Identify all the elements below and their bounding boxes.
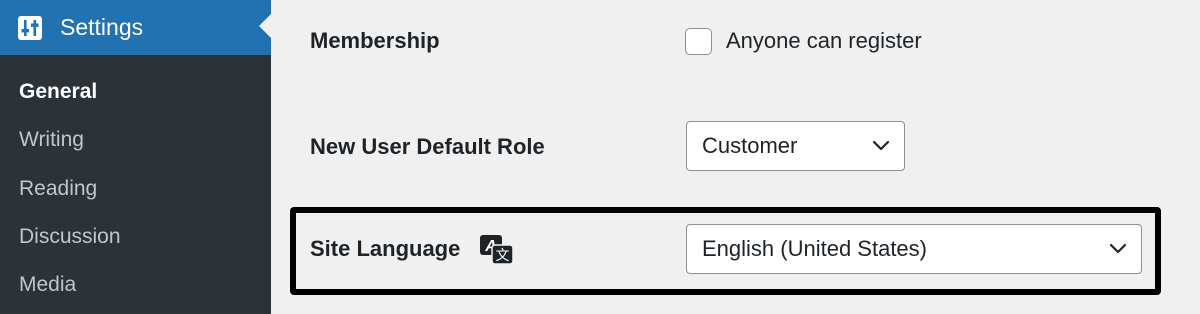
anyone-can-register-label[interactable]: Anyone can register [726, 28, 922, 54]
submenu-item-general[interactable]: General [19, 79, 97, 105]
submenu-item-discussion[interactable]: Discussion [19, 224, 121, 250]
site-language-selected-value: English (United States) [702, 236, 927, 261]
settings-menu-label: Settings [60, 14, 144, 40]
default-role-selected-value: Customer [702, 133, 798, 158]
site-language-select[interactable]: English (United States) [686, 224, 1142, 274]
translate-icon: A 文 [480, 235, 514, 265]
admin-sidebar: Settings General Writing Reading Discuss… [0, 0, 271, 314]
default-role-label: New User Default Role [310, 134, 545, 159]
submenu-item-media[interactable]: Media [19, 272, 76, 298]
submenu-item-reading[interactable]: Reading [19, 176, 97, 202]
site-language-label: Site Language [310, 236, 461, 261]
settings-sliders-icon [18, 16, 42, 40]
chevron-down-icon [872, 140, 890, 151]
submenu-item-writing[interactable]: Writing [19, 127, 84, 153]
default-role-select[interactable]: Customer [686, 121, 905, 171]
svg-text:文: 文 [496, 248, 510, 264]
chevron-down-icon [1109, 243, 1127, 254]
anyone-can-register-checkbox[interactable] [685, 28, 712, 55]
membership-label: Membership [310, 28, 440, 53]
settings-menu-item[interactable]: Settings [0, 0, 271, 55]
